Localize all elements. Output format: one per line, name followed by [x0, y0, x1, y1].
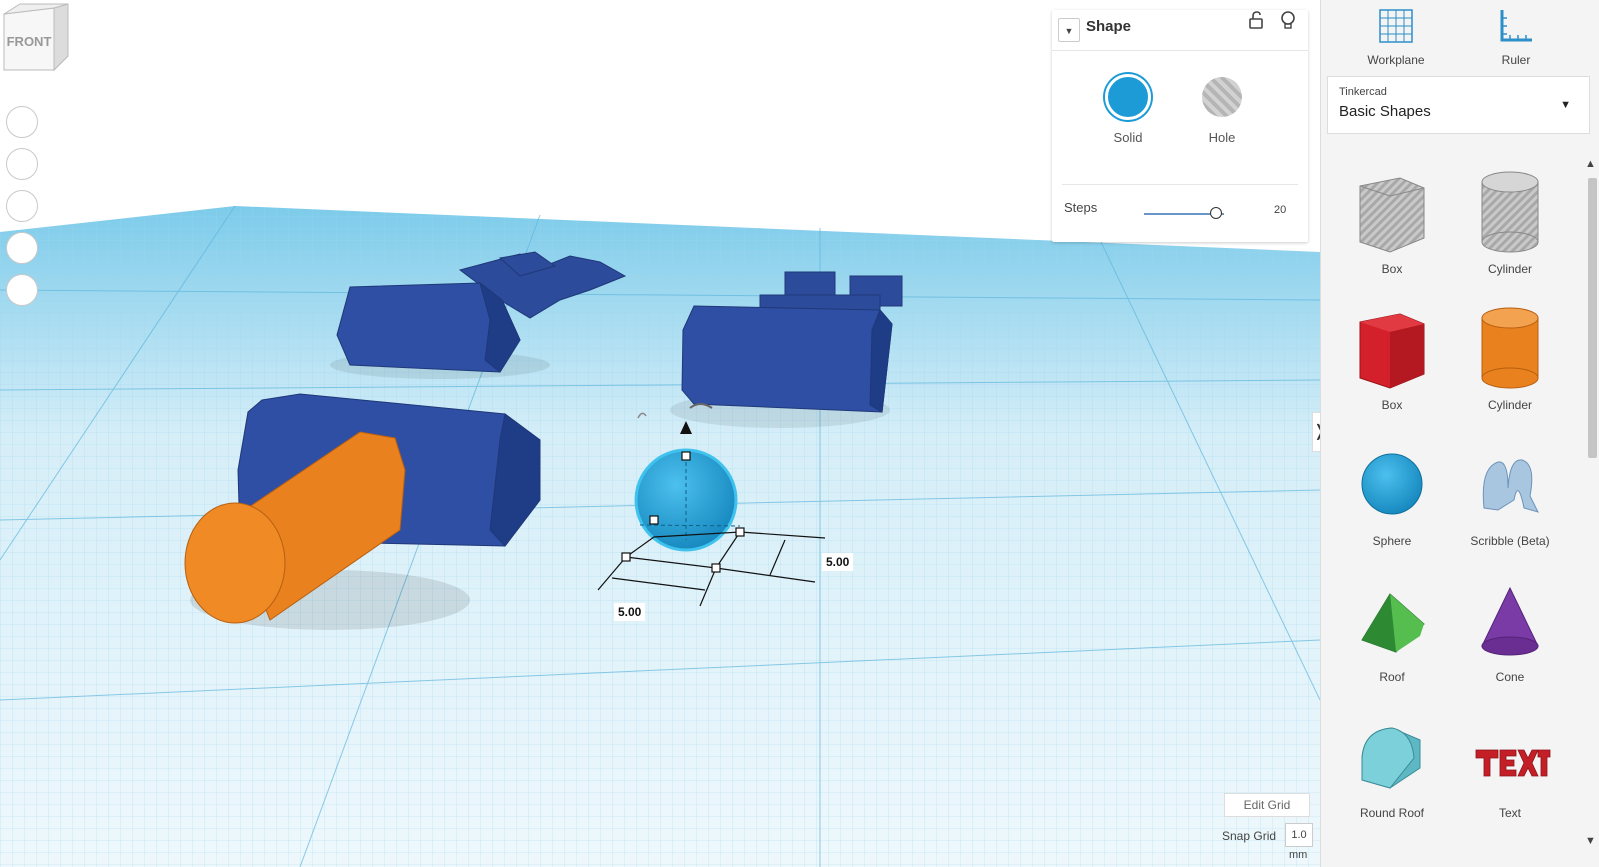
- cylinder-icon: [1481, 307, 1539, 389]
- shape-roof[interactable]: Roof: [1333, 574, 1451, 704]
- cylinder-hole-icon: [1481, 171, 1539, 253]
- snap-grid-select[interactable]: 1.0: [1285, 823, 1313, 847]
- chevron-down-icon: ▼: [1560, 99, 1571, 111]
- inspector-title: Shape: [1086, 18, 1132, 35]
- sphere-icon: [1361, 453, 1423, 515]
- width-dimension-label[interactable]: 5.00: [614, 603, 646, 621]
- hole-swatch[interactable]: [1202, 77, 1242, 117]
- text-icon: [1475, 749, 1551, 777]
- inspector-header: ▼ Shape: [1052, 10, 1308, 51]
- box-icon: [1359, 313, 1425, 389]
- shape-text[interactable]: Text: [1451, 710, 1569, 840]
- shape-library-dropdown[interactable]: Tinkercad Basic Shapes ▼: [1327, 76, 1590, 134]
- snap-grid-unit: mm: [1289, 849, 1308, 861]
- cone-icon: [1481, 586, 1539, 656]
- fit-view-button[interactable]: [6, 148, 38, 180]
- roof-icon: [1361, 593, 1425, 653]
- workplane-tool[interactable]: Workplane: [1351, 8, 1441, 67]
- shape-label: Box: [1381, 398, 1403, 412]
- steps-value[interactable]: 20: [1274, 204, 1286, 216]
- lock-icon[interactable]: [1246, 10, 1266, 30]
- shape-label: Cylinder: [1487, 262, 1532, 276]
- inspector-divider: [1062, 184, 1298, 185]
- scroll-down-icon[interactable]: ▼: [1585, 835, 1596, 847]
- panel-scrollbar-thumb[interactable]: [1588, 178, 1597, 458]
- snap-grid-label: Snap Grid: [1222, 829, 1277, 843]
- ruler-icon: [1500, 10, 1532, 42]
- shape-label: Cylinder: [1487, 398, 1532, 412]
- solid-label: Solid: [1113, 130, 1143, 145]
- ortho-view-button[interactable]: [6, 274, 38, 306]
- hole-label: Hole: [1208, 130, 1236, 145]
- shape-label: Cone: [1495, 670, 1525, 684]
- box-hole-icon: [1359, 177, 1425, 253]
- shape-label: Box: [1381, 262, 1403, 276]
- depth-dimension-label[interactable]: 5.00: [822, 553, 854, 571]
- edit-grid-button[interactable]: Edit Grid: [1224, 793, 1310, 817]
- shape-label: Scribble (Beta): [1470, 534, 1550, 548]
- workplane-canvas[interactable]: FRONT 5.00 5.00 ▼ Shape Solid Hole Steps…: [0, 0, 1320, 867]
- inspector-collapse-button[interactable]: ▼: [1058, 18, 1080, 42]
- shape-label: Text: [1498, 806, 1521, 820]
- solid-option[interactable]: Solid: [1098, 74, 1158, 145]
- steps-label: Steps: [1064, 200, 1098, 215]
- shape-label: Sphere: [1372, 534, 1412, 548]
- solid-swatch[interactable]: [1105, 74, 1151, 120]
- shape-cylinder[interactable]: Cylinder: [1451, 302, 1569, 432]
- workplane-label: Workplane: [1367, 53, 1425, 67]
- scroll-up-icon[interactable]: ▲: [1585, 158, 1596, 170]
- viewcube-label: FRONT: [7, 34, 52, 49]
- workplane-icon: [1379, 9, 1413, 43]
- zoom-in-button[interactable]: [6, 190, 38, 222]
- shape-box[interactable]: Box: [1333, 302, 1451, 432]
- shape-scribble[interactable]: Scribble (Beta): [1451, 438, 1569, 568]
- shape-cylinder-hole[interactable]: Cylinder: [1451, 166, 1569, 296]
- home-view-button[interactable]: [6, 106, 38, 138]
- shape-label: Round Roof: [1359, 806, 1425, 820]
- shape-cone[interactable]: Cone: [1451, 574, 1569, 704]
- shape-box-hole[interactable]: Box: [1333, 166, 1451, 296]
- library-name: Basic Shapes: [1339, 103, 1431, 120]
- zoom-out-button[interactable]: [6, 232, 38, 264]
- shape-inspector: ▼ Shape Solid Hole Steps 20: [1052, 10, 1308, 242]
- shape-label: Roof: [1379, 670, 1405, 684]
- shape-sphere[interactable]: Sphere: [1333, 438, 1451, 568]
- hole-option[interactable]: Hole: [1192, 74, 1252, 145]
- shapes-panel: Workplane Ruler Tinkercad Basic Shapes ▼…: [1320, 0, 1599, 867]
- ruler-tool[interactable]: Ruler: [1471, 8, 1561, 67]
- ruler-label: Ruler: [1501, 53, 1531, 67]
- library-source: Tinkercad: [1339, 86, 1387, 98]
- shape-round-roof[interactable]: Round Roof: [1333, 710, 1451, 840]
- view-cube[interactable]: FRONT: [0, 0, 72, 72]
- lightbulb-icon[interactable]: [1278, 10, 1298, 30]
- scribble-icon: [1482, 459, 1539, 513]
- round-roof-icon: [1361, 727, 1421, 789]
- steps-slider-thumb[interactable]: [1210, 207, 1222, 219]
